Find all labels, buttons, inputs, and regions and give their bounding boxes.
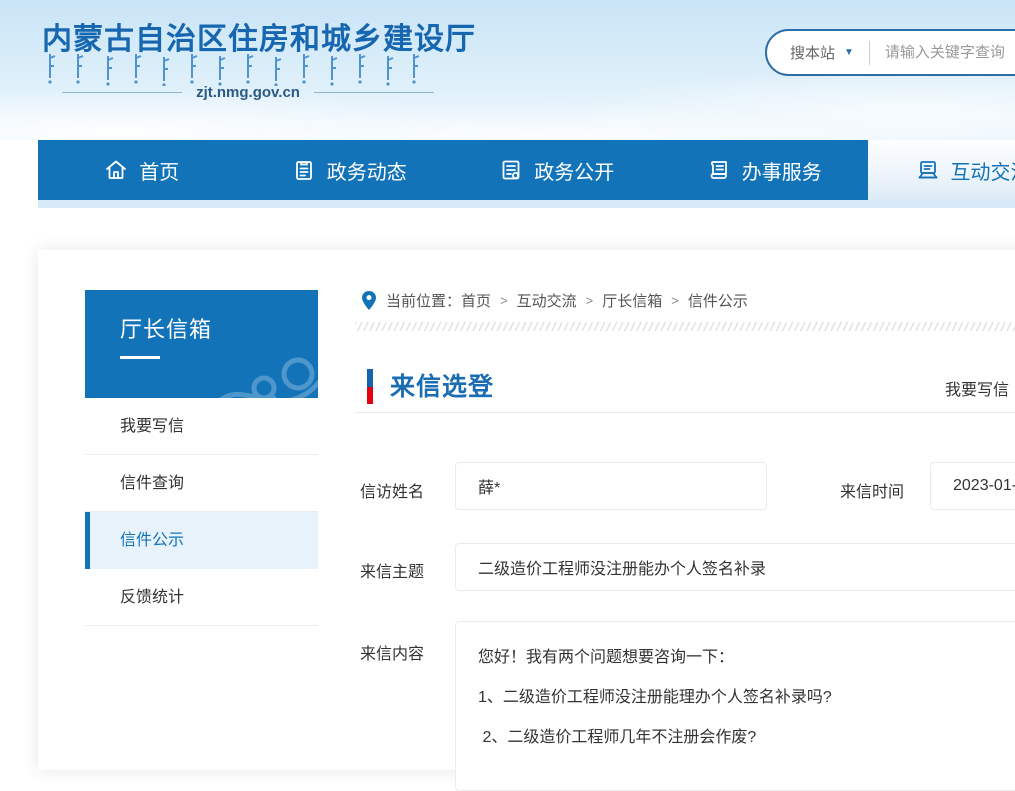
chat-book-icon (916, 158, 940, 182)
sidebar-header: 厅长信箱 (85, 290, 318, 398)
nav-label: 办事服务 (742, 156, 822, 185)
hatched-divider (355, 322, 1015, 331)
location-pin-icon (362, 291, 376, 310)
search-scope-dropdown[interactable]: 搜本站 ▼ (790, 42, 854, 63)
nav-label: 政务动态 (327, 156, 407, 185)
nav-tab-disclosure[interactable]: 政务公开 (453, 140, 661, 200)
content-label: 来信内容 (360, 640, 424, 664)
nav-tab-services[interactable]: 办事服务 (661, 140, 869, 200)
content-line: 1、二级造价工程师没注册能理办个人签名补录吗? (478, 678, 1015, 718)
petitioner-name-field[interactable] (455, 462, 767, 510)
domain-rule-left (62, 92, 182, 93)
cloud-pattern-decoration (206, 346, 318, 398)
sidebar-item-feedback-stats[interactable]: 反馈统计 (85, 569, 318, 626)
nav-label: 首页 (139, 156, 179, 185)
time-label: 来信时间 (840, 478, 904, 502)
sidebar-item-letter-publicity[interactable]: 信件公示 (85, 512, 318, 569)
search-scope-label: 搜本站 (790, 42, 835, 63)
section-accent-bar (367, 369, 373, 404)
domain-rule-right (314, 92, 434, 93)
content-line: 您好！我有两个问题想要咨询一下： (478, 638, 1015, 678)
sidebar-title: 厅长信箱 (120, 312, 212, 344)
letter-time-field[interactable] (930, 462, 1015, 510)
breadcrumb-home[interactable]: 首页 (461, 290, 491, 311)
write-letter-link[interactable]: 我要写信 (945, 376, 1009, 400)
breadcrumb-current[interactable]: 信件公示 (688, 290, 748, 311)
site-domain: zjt.nmg.gov.cn (182, 84, 314, 101)
document-icon (499, 158, 523, 182)
main-nav: 首页 政务动态 政务公开 办事服务 互动交流 (38, 140, 1015, 200)
breadcrumb-interaction[interactable]: 互动交流 (517, 290, 577, 311)
home-icon (104, 158, 128, 182)
search-divider (869, 41, 870, 65)
letter-subject-field[interactable] (455, 543, 1015, 591)
name-label: 信访姓名 (360, 478, 424, 502)
clipboard-icon (292, 158, 316, 182)
breadcrumb-separator: > (586, 293, 594, 308)
letter-content-field[interactable]: 您好！我有两个问题想要咨询一下： 1、二级造价工程师没注册能理办个人签名补录吗?… (455, 621, 1015, 791)
site-search: 搜本站 ▼ (765, 29, 1015, 76)
nav-tab-interaction[interactable]: 互动交流 (868, 140, 1015, 200)
nav-label: 政务公开 (534, 156, 614, 185)
breadcrumb-separator: > (671, 293, 679, 308)
section-title: 来信选登 (390, 367, 494, 403)
site-domain-row: zjt.nmg.gov.cn (62, 84, 434, 101)
sidebar-menu: 我要写信 信件查询 信件公示 反馈统计 (85, 398, 318, 626)
sidebar-title-underline (120, 356, 160, 359)
nav-tab-home[interactable]: 首页 (38, 140, 246, 200)
mongolian-script (46, 52, 431, 86)
content-line: 2、二级造价工程师几年不注册会作废? (478, 718, 1015, 758)
accent-bar-blue (367, 369, 373, 387)
breadcrumb-separator: > (500, 293, 508, 308)
breadcrumb: 当前位置： 首页 > 互动交流 > 厅长信箱 > 信件公示 (362, 290, 748, 311)
subject-label: 来信主题 (360, 558, 424, 582)
breadcrumb-prefix: 当前位置： (386, 290, 461, 311)
chevron-down-icon: ▼ (844, 47, 854, 58)
nav-label: 互动交流 (951, 156, 1015, 185)
sidebar-item-write-letter[interactable]: 我要写信 (85, 398, 318, 455)
nav-tab-news[interactable]: 政务动态 (246, 140, 454, 200)
breadcrumb-mailbox[interactable]: 厅长信箱 (602, 290, 662, 311)
search-input[interactable] (885, 44, 1015, 61)
sidebar-item-letter-search[interactable]: 信件查询 (85, 455, 318, 512)
accent-bar-red (367, 387, 373, 404)
header-sky-banner: 内蒙古自治区住房和城乡建设厅 zjt.nmg.gov.cn 搜本站 ▼ (0, 0, 1015, 140)
scroll-icon (707, 158, 731, 182)
nav-bottom-strip (38, 200, 1015, 208)
section-underline (355, 412, 1015, 413)
